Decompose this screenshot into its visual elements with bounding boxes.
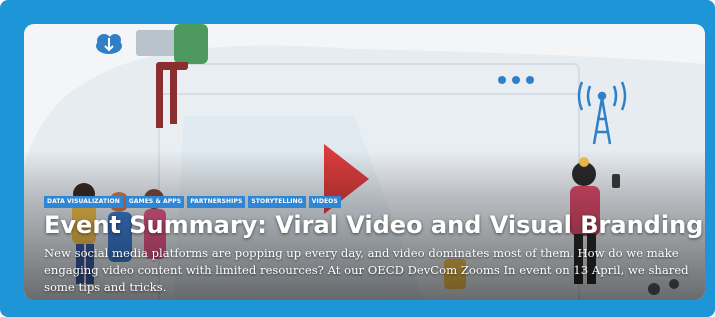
tag-videos[interactable]: VIDEOS — [308, 196, 341, 208]
window-dots-icon — [498, 76, 534, 84]
tag-games-apps[interactable]: GAMES & APPS — [125, 196, 185, 208]
tag-data-visualization[interactable]: DATA VISUALIZATION — [44, 196, 123, 208]
category-tags: DATA VISUALIZATION GAMES & APPS PARTNERS… — [44, 196, 341, 208]
tag-partnerships[interactable]: PARTNERSHIPS — [187, 196, 246, 208]
article-title[interactable]: Event Summary: Viral Video and Visual Br… — [44, 210, 703, 240]
tag-storytelling[interactable]: STORYTELLING — [248, 196, 306, 208]
cloud-download-icon — [96, 34, 122, 54]
featured-article-card[interactable]: DATA VISUALIZATION GAMES & APPS PARTNERS… — [24, 24, 705, 300]
featured-frame: DATA VISUALIZATION GAMES & APPS PARTNERS… — [0, 0, 715, 317]
article-description: New social media platforms are popping u… — [44, 246, 689, 294]
